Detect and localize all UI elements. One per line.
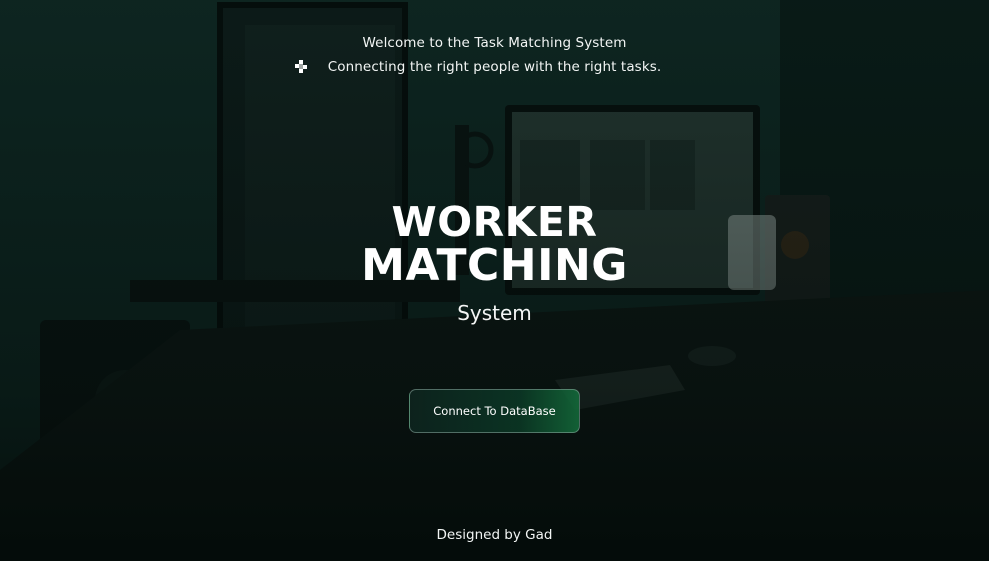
- footer-credit: Designed by Gad: [436, 527, 553, 543]
- connect-database-button[interactable]: Connect To DataBase: [409, 389, 580, 433]
- hero-title-line2: MATCHING: [361, 240, 628, 291]
- hero-subtitle: System: [457, 301, 532, 325]
- hero-title-line1: WORKER: [391, 198, 598, 246]
- app-window: Welcome to the Task Matching System Conn…: [0, 0, 989, 561]
- tagline-text: Connecting the right people with the rig…: [327, 59, 662, 75]
- welcome-text: Welcome to the Task Matching System: [362, 35, 627, 51]
